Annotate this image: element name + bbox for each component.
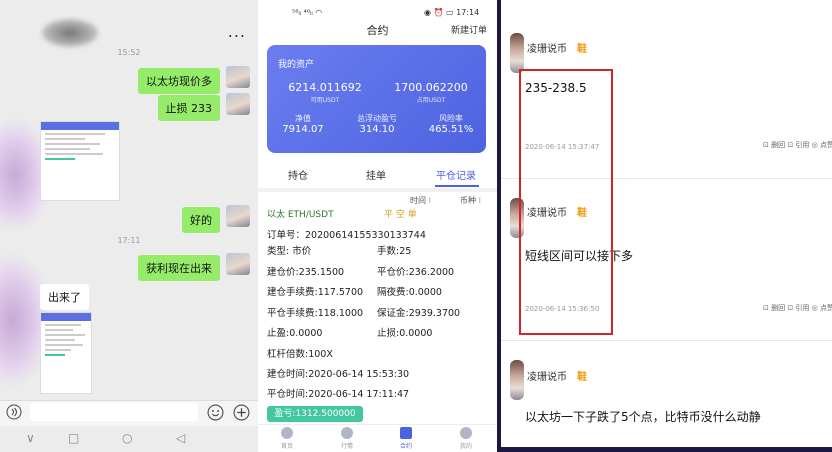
- tab-pending[interactable]: 挂单: [366, 167, 386, 182]
- take-profit: 止盈:0.0000: [267, 328, 323, 339]
- nav-contract[interactable]: 合约: [391, 427, 421, 450]
- highlight-box: [519, 69, 613, 335]
- active-tab-indicator: [435, 185, 479, 187]
- nav-me-label: 我的: [459, 443, 472, 450]
- avatar[interactable]: [510, 33, 524, 73]
- risk-value: 465.51%: [428, 124, 474, 135]
- tab-closed-records[interactable]: 平仓记录: [436, 167, 476, 182]
- user-icon: [460, 427, 472, 439]
- nav-contract-label: 合约: [399, 443, 412, 450]
- available-label: 可用USDT: [310, 97, 340, 104]
- nav-down-icon[interactable]: ∨: [26, 431, 35, 445]
- post-author[interactable]: 凌珊说币: [527, 368, 567, 383]
- market-icon: [341, 427, 353, 439]
- divider: [501, 340, 832, 341]
- contract-icon: [400, 427, 412, 439]
- deposit: 保证金:2939.3700: [377, 308, 461, 319]
- avatar[interactable]: [226, 66, 250, 88]
- overnight-fee: 隔夜费:0.0000: [377, 287, 442, 298]
- order-qty: 手数:25: [377, 246, 412, 257]
- chat-bubble-sent[interactable]: 止损 233: [157, 95, 220, 121]
- float-value: 314.10: [359, 124, 395, 135]
- chat-panel: ... 15:52 以太坊现价多 止损 233 好的 17:11 获利现在出来 …: [0, 0, 258, 452]
- screenshot-thumbnail[interactable]: [40, 121, 120, 201]
- close-fee: 平仓手续费:118.1000: [267, 308, 364, 319]
- trading-app-panel: ⁵⁶ₗₗ ⁴⁶ₗₗ ◠ ◉ ⏰ ▭ 17:14 合约 新建订单 我的资产 621…: [258, 0, 497, 452]
- available-value: 6214.011692: [288, 81, 362, 94]
- filter-time[interactable]: 时间 ⁝: [410, 195, 431, 206]
- chat-bubble-sent[interactable]: 获利现在出来: [138, 255, 220, 281]
- order-number: 订单号：20200614155330133744: [267, 230, 426, 241]
- nav-home-icon[interactable]: ○: [122, 431, 132, 445]
- avatar[interactable]: [226, 93, 250, 115]
- post-actions[interactable]: ⊡ 删回 ⊡ 引用 ◎ 点赞: [763, 140, 832, 150]
- posts-panel: 凌珊说币 鞋 235-238.5 2020-06-14 15:37:47 ⊡ 删…: [497, 0, 832, 452]
- open-price: 建仓价:235.1500: [267, 267, 345, 278]
- close-price: 平仓价:236.2000: [377, 267, 455, 278]
- status-bar: ⁵⁶ₗₗ ⁴⁶ₗₗ ◠ ◉ ⏰ ▭ 17:14: [258, 8, 497, 20]
- net-label: 净值: [295, 114, 311, 123]
- nav-market-label: 行情: [340, 443, 353, 450]
- post-body: 以太坊一下子跌了5个点，比特币没什么动静: [525, 410, 761, 424]
- avatar[interactable]: [510, 360, 524, 400]
- post-author[interactable]: 凌珊说币: [527, 40, 567, 55]
- net-value: 7914.07: [282, 124, 324, 135]
- avatar[interactable]: [226, 205, 250, 227]
- nav-back-icon[interactable]: ◁: [176, 431, 185, 445]
- chat-bubble-sent[interactable]: 以太坊现价多: [138, 68, 220, 94]
- open-fee: 建仓手续费:117.5700: [267, 287, 364, 298]
- tab-positions[interactable]: 持仓: [288, 167, 308, 182]
- nav-me[interactable]: 我的: [451, 427, 481, 450]
- nav-home[interactable]: 首页: [272, 427, 302, 450]
- emoji-icon[interactable]: [207, 404, 224, 425]
- nav-home-label: 首页: [280, 443, 293, 450]
- order-type: 类型: 市价: [267, 246, 312, 257]
- order-symbol-partial: 以太 ETH/USDT: [267, 210, 334, 220]
- used-label: 占用USDT: [416, 97, 446, 104]
- profit-badge: 盈亏:1312.500000: [267, 406, 363, 422]
- chat-timestamp: 17:11: [117, 236, 141, 245]
- status-right: ◉ ⏰ ▭ 17:14: [424, 8, 480, 17]
- order-side-partial: 平 空 单: [384, 210, 417, 220]
- nav-recent-icon[interactable]: □: [68, 431, 79, 445]
- post-badge: 鞋: [577, 372, 587, 383]
- open-time: 建仓时间:2020-06-14 15:53:30: [267, 369, 410, 380]
- signal-icon: ⁵⁶ₗₗ ⁴⁶ₗₗ ◠: [292, 8, 323, 17]
- filter-coin[interactable]: 币种 ⁝: [460, 195, 481, 206]
- chat-bubble-sent[interactable]: 好的: [182, 207, 220, 233]
- blurred-avatar: [40, 18, 100, 48]
- nav-market[interactable]: 行情: [332, 427, 362, 450]
- bottom-nav: 首页 行情 合约 我的: [258, 424, 497, 452]
- system-nav-bar: ∨ □ ○ ◁: [0, 427, 258, 452]
- close-time: 平仓时间:2020-06-14 17:11:47: [267, 389, 410, 400]
- divider: [258, 188, 497, 192]
- float-label: 总浮动盈亏: [357, 114, 397, 123]
- home-icon: [281, 427, 293, 439]
- panel-border: [497, 0, 501, 452]
- risk-label: 风险率: [439, 114, 463, 123]
- add-icon[interactable]: [233, 404, 250, 425]
- leverage: 杠杆倍数:100X: [267, 349, 333, 360]
- new-order-button[interactable]: 新建订单: [451, 23, 487, 36]
- chat-timestamp: 15:52: [117, 48, 141, 57]
- assets-card: 我的资产 6214.011692 可用USDT 1700.062200 占用US…: [267, 45, 486, 153]
- used-value: 1700.062200: [394, 81, 468, 94]
- more-options-icon[interactable]: ...: [228, 22, 246, 41]
- message-input[interactable]: [30, 403, 198, 421]
- post-actions[interactable]: ⊡ 删回 ⊡ 引用 ◎ 点赞: [763, 303, 832, 313]
- avatar[interactable]: [226, 253, 250, 275]
- chat-bubble-received[interactable]: 出来了: [40, 284, 89, 310]
- stop-loss: 止损:0.0000: [377, 328, 433, 339]
- assets-title: 我的资产: [278, 60, 315, 70]
- panel-border: [497, 447, 832, 452]
- post-badge: 鞋: [577, 44, 587, 55]
- voice-icon[interactable]: [6, 404, 22, 424]
- tab-bar: 持仓 挂单 平仓记录: [258, 167, 497, 187]
- screenshot-thumbnail[interactable]: [40, 312, 92, 394]
